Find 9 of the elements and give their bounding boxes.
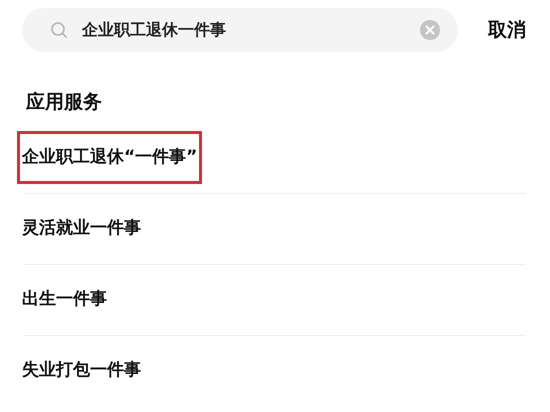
section-title: 应用服务: [26, 90, 102, 115]
clear-icon[interactable]: [420, 20, 440, 40]
service-item[interactable]: 出生一件事: [17, 272, 112, 326]
service-item[interactable]: 灵活就业一件事: [17, 202, 146, 256]
service-item[interactable]: 企业职工退休“一件事”: [17, 130, 202, 184]
search-field[interactable]: 企业职工退休一件事: [22, 8, 458, 52]
cancel-button[interactable]: 取消: [488, 16, 526, 44]
service-item[interactable]: 失业打包一件事: [17, 344, 146, 398]
search-icon: [50, 21, 68, 39]
